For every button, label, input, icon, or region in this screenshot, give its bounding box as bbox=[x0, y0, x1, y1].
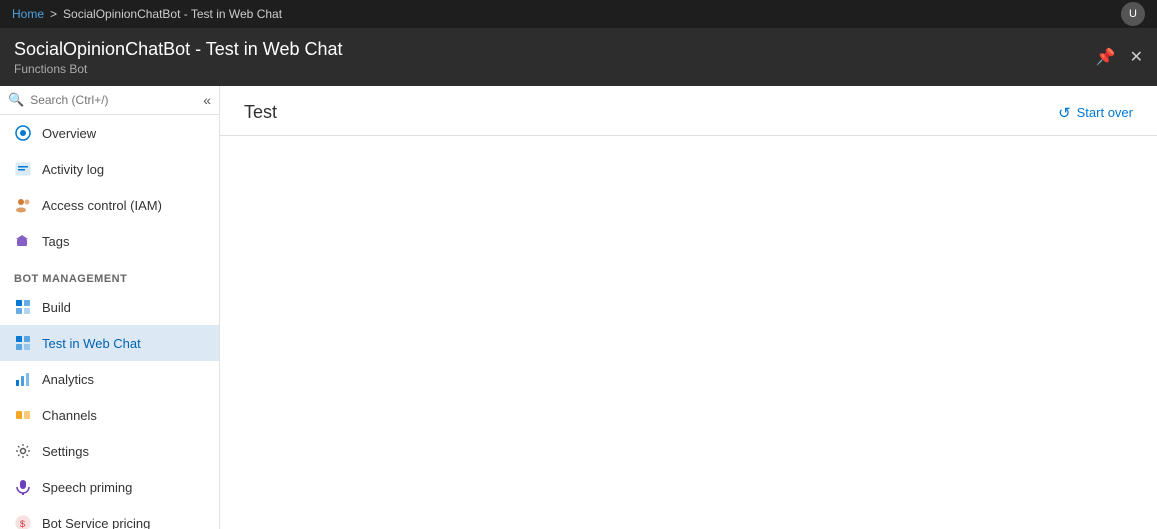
breadcrumb-home[interactable]: Home bbox=[12, 7, 44, 21]
close-button[interactable]: ✕ bbox=[1130, 47, 1143, 67]
sidebar-item-analytics-label: Analytics bbox=[42, 372, 94, 387]
start-over-label: Start over bbox=[1077, 105, 1133, 120]
sidebar-item-tags-label: Tags bbox=[42, 234, 69, 249]
sidebar-item-channels[interactable]: Channels bbox=[0, 397, 219, 433]
collapse-button[interactable]: « bbox=[203, 92, 211, 108]
top-bar: Home > SocialOpinionChatBot - Test in We… bbox=[0, 0, 1157, 28]
access-control-icon bbox=[14, 196, 32, 214]
activity-log-icon bbox=[14, 160, 32, 178]
page-subtitle: Functions Bot bbox=[14, 62, 343, 76]
pin-button[interactable]: 📌 bbox=[1096, 47, 1116, 67]
build-icon bbox=[14, 298, 32, 316]
sidebar-item-speech-priming-label: Speech priming bbox=[42, 480, 132, 495]
sidebar-item-activity-log-label: Activity log bbox=[42, 162, 104, 177]
content-header: Test ↺ Start over bbox=[220, 86, 1157, 136]
search-icon: 🔍 bbox=[8, 92, 24, 108]
top-bar-right: U bbox=[1121, 2, 1145, 26]
sidebar-item-overview[interactable]: Overview bbox=[0, 115, 219, 151]
search-input[interactable] bbox=[30, 93, 197, 107]
sidebar-item-channels-label: Channels bbox=[42, 408, 97, 423]
sidebar-item-analytics[interactable]: Analytics bbox=[0, 361, 219, 397]
search-bar: 🔍 « bbox=[0, 86, 219, 115]
test-icon bbox=[14, 334, 32, 352]
content-body bbox=[220, 136, 1157, 529]
sidebar-nav: Overview Activity log bbox=[0, 115, 219, 529]
sidebar-item-bot-service-pricing-label: Bot Service pricing bbox=[42, 516, 150, 529]
sidebar-item-bot-service-pricing[interactable]: $ Bot Service pricing bbox=[0, 505, 219, 529]
sidebar-item-build-label: Build bbox=[42, 300, 71, 315]
sidebar-item-speech-priming[interactable]: Speech priming bbox=[0, 469, 219, 505]
content-area: Test ↺ Start over bbox=[220, 86, 1157, 529]
page-title: SocialOpinionChatBot - Test in Web Chat bbox=[14, 39, 343, 60]
breadcrumb-current: SocialOpinionChatBot - Test in Web Chat bbox=[63, 7, 282, 21]
sidebar-item-settings-label: Settings bbox=[42, 444, 89, 459]
header-left: SocialOpinionChatBot - Test in Web Chat … bbox=[14, 39, 343, 76]
overview-icon bbox=[14, 124, 32, 142]
avatar: U bbox=[1121, 2, 1145, 26]
bot-management-section-label: BOT MANAGEMENT bbox=[0, 259, 219, 289]
sidebar: 🔍 « Overview bbox=[0, 86, 220, 529]
header-actions: 📌 ✕ bbox=[1096, 47, 1143, 67]
close-icon: ✕ bbox=[1130, 47, 1143, 67]
sidebar-item-access-control-label: Access control (IAM) bbox=[42, 198, 162, 213]
breadcrumb-separator: > bbox=[50, 7, 57, 21]
content-title: Test bbox=[244, 102, 277, 123]
svg-text:$: $ bbox=[20, 519, 25, 529]
sidebar-item-activity-log[interactable]: Activity log bbox=[0, 151, 219, 187]
tags-icon bbox=[14, 232, 32, 250]
settings-icon bbox=[14, 442, 32, 460]
bot-service-pricing-icon: $ bbox=[14, 514, 32, 529]
refresh-icon: ↺ bbox=[1058, 104, 1071, 122]
sidebar-item-build[interactable]: Build bbox=[0, 289, 219, 325]
pin-icon: 📌 bbox=[1096, 47, 1116, 67]
page-header: SocialOpinionChatBot - Test in Web Chat … bbox=[0, 28, 1157, 86]
sidebar-item-test-in-web-chat-label: Test in Web Chat bbox=[42, 336, 141, 351]
analytics-icon bbox=[14, 370, 32, 388]
sidebar-item-settings[interactable]: Settings bbox=[0, 433, 219, 469]
sidebar-item-test-in-web-chat[interactable]: Test in Web Chat bbox=[0, 325, 219, 361]
speech-priming-icon bbox=[14, 478, 32, 496]
channels-icon bbox=[14, 406, 32, 424]
main-layout: 🔍 « Overview bbox=[0, 86, 1157, 529]
sidebar-item-tags[interactable]: Tags bbox=[0, 223, 219, 259]
breadcrumb: Home > SocialOpinionChatBot - Test in We… bbox=[12, 7, 282, 21]
sidebar-item-overview-label: Overview bbox=[42, 126, 96, 141]
sidebar-item-access-control[interactable]: Access control (IAM) bbox=[0, 187, 219, 223]
start-over-button[interactable]: ↺ Start over bbox=[1058, 104, 1133, 122]
